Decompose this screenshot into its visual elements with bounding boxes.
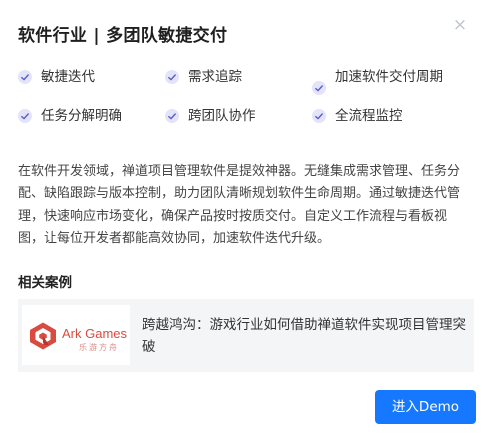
logo-subtitle: 乐游方舟 <box>79 343 119 352</box>
industry-description: 在软件开发领域，禅道项目管理软件是提效神器。无缝集成需求管理、任务分配、缺陷跟踪… <box>18 164 461 246</box>
feature-item: 加速软件交付周期 <box>312 66 458 95</box>
feature-label: 任务分解明确 <box>41 108 122 124</box>
check-icon <box>18 109 32 123</box>
enter-demo-button[interactable]: 进入Demo <box>375 390 476 424</box>
feature-item: 任务分解明确 <box>18 105 165 127</box>
feature-row: 敏捷迭代 需求追踪 加速软件交付周期 <box>18 66 458 95</box>
feature-list: 敏捷迭代 需求追踪 加速软件交付周期 任务分解明确 跨团队协作 全流程监控 <box>18 66 458 127</box>
check-icon <box>312 109 326 123</box>
feature-item: 敏捷迭代 <box>18 66 165 95</box>
check-icon <box>312 81 326 95</box>
feature-item: 全流程监控 <box>312 105 458 127</box>
feature-label: 全流程监控 <box>335 108 403 124</box>
feature-item: 跨团队协作 <box>165 105 312 127</box>
case-logo: Ark Games 乐游方舟 <box>22 305 130 365</box>
close-icon[interactable]: × <box>449 14 471 36</box>
ark-games-logo-icon <box>30 322 56 350</box>
feature-label: 需求追踪 <box>188 69 242 85</box>
related-cases-heading: 相关案例 <box>18 275 72 291</box>
check-icon <box>18 70 32 84</box>
feature-item: 需求追踪 <box>165 66 312 95</box>
case-card[interactable]: Ark Games 乐游方舟 跨越鸿沟：游戏行业如何借助禅道软件实现项目管理突破 <box>18 299 474 372</box>
check-icon <box>165 70 179 84</box>
industry-dialog: 软件行业 | 多团队敏捷交付 × 敏捷迭代 需求追踪 加速软件交付周期 任务分解… <box>0 0 483 438</box>
check-icon <box>165 109 179 123</box>
case-title[interactable]: 跨越鸿沟：游戏行业如何借助禅道软件实现项目管理突破 <box>142 314 466 358</box>
logo-wordmark: Ark Games <box>62 326 128 341</box>
feature-row: 任务分解明确 跨团队协作 全流程监控 <box>18 105 458 127</box>
feature-label: 加速软件交付周期 <box>335 69 443 85</box>
dialog-title: 软件行业 | 多团队敏捷交付 <box>18 26 228 46</box>
feature-label: 敏捷迭代 <box>41 69 95 85</box>
feature-label: 跨团队协作 <box>188 108 256 124</box>
